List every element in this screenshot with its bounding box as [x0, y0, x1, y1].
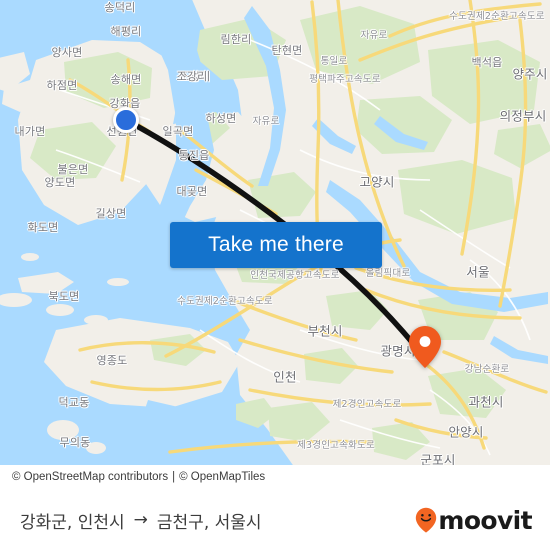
destination-pin-marker[interactable] [408, 325, 442, 369]
card-footer: 강화군, 인천시 → 금천구, 서울시 moovit [0, 489, 550, 550]
attribution-openmaptiles-link[interactable]: © OpenMapTiles [179, 471, 265, 483]
moovit-logo[interactable]: moovit [415, 505, 533, 535]
origin-point-marker[interactable] [113, 107, 139, 133]
route-origin-label: 강화군, 인천시 [20, 512, 125, 533]
moovit-wordmark: moovit [438, 505, 532, 535]
moovit-pin-icon [416, 507, 437, 533]
route-summary: 강화군, 인천시 → 금천구, 서울시 [20, 508, 262, 533]
map-canvas[interactable]: 송덕리 해평리 림한리 탄현면 수도권제2순환고속도로 양사면 조강리 통일로 자유로 백석읍 양주… [0, 0, 550, 465]
attribution-openstreetmap-link[interactable]: © OpenStreetMap contributors [12, 471, 168, 483]
map-attribution-bar: © OpenStreetMap contributors | © OpenMap… [0, 465, 550, 489]
arrow-right-icon: → [133, 509, 148, 530]
route-destination-label: 금천구, 서울시 [156, 512, 262, 533]
map-share-card: 송덕리 해평리 림한리 탄현면 수도권제2순환고속도로 양사면 조강리 통일로 자유로 백석읍 양주… [0, 0, 550, 550]
attribution-separator: | [172, 471, 176, 483]
take-me-there-button[interactable]: Take me there [170, 222, 382, 268]
